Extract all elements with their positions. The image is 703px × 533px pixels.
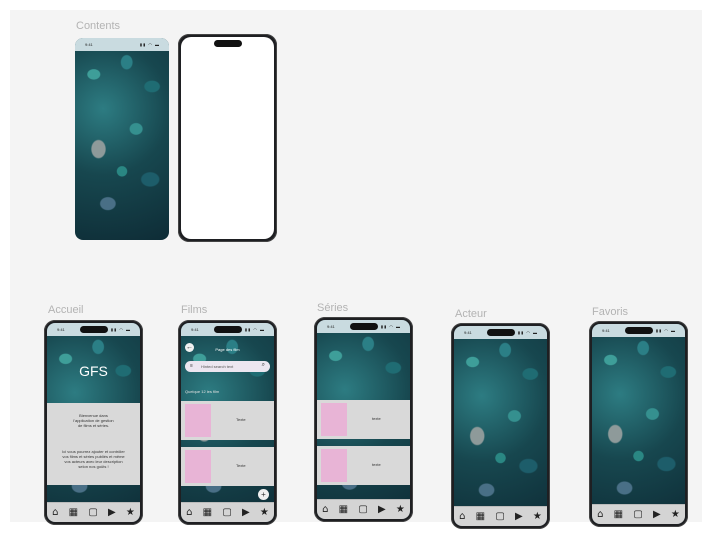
series-card-text: texte — [372, 462, 381, 467]
play-icon[interactable]: ▶ — [653, 509, 661, 520]
document-icon[interactable]: ▢ — [358, 504, 367, 515]
document-icon[interactable]: ▢ — [495, 511, 504, 522]
frame-label-series: Séries — [317, 302, 349, 314]
phone-notch — [349, 323, 378, 330]
accueil-screen: 9:41 ▮▮ ◠ ▬ GFS Bienvenue dans l'applicat… — [47, 323, 140, 522]
series-poster — [321, 449, 347, 482]
welcome-panel: Bienvenue dans l'application de gestion … — [47, 403, 140, 485]
search-input[interactable]: Hinted search text — [201, 364, 233, 369]
film-poster — [185, 450, 211, 483]
films-phone: 9:41 ▮▮ ◠ ▬ ← Page des film ≡ Hinted sear… — [178, 320, 277, 525]
series-phone: 9:41 ▮▮ ◠ ▬ texte texte ⌂ ▦ ▢ ▶ ★ — [314, 317, 413, 522]
phone-notch — [624, 327, 653, 334]
phone-notch — [486, 329, 515, 336]
series-card-text: texte — [372, 416, 381, 421]
series-screen: 9:41 ▮▮ ◠ ▬ texte texte ⌂ ▦ ▢ ▶ ★ — [317, 320, 410, 519]
frame-label-acteur: Acteur — [455, 308, 487, 320]
home-icon[interactable]: ⌂ — [459, 511, 465, 522]
film-icon[interactable]: ▦ — [203, 507, 212, 518]
film-icon[interactable]: ▦ — [339, 504, 348, 515]
film-card[interactable]: Texte — [181, 401, 274, 440]
bottom-nav: ⌂ ▦ ▢ ▶ ★ — [181, 502, 274, 522]
document-icon[interactable]: ▢ — [633, 509, 642, 520]
film-icon[interactable]: ▦ — [69, 507, 78, 518]
star-icon[interactable]: ★ — [533, 511, 542, 522]
home-icon[interactable]: ⌂ — [52, 507, 58, 518]
home-icon[interactable]: ⌂ — [322, 504, 328, 515]
phone-notch — [79, 326, 108, 333]
films-screen: 9:41 ▮▮ ◠ ▬ ← Page des film ≡ Hinted sear… — [181, 323, 274, 522]
star-icon[interactable]: ★ — [126, 507, 135, 518]
play-icon[interactable]: ▶ — [378, 504, 386, 515]
app-title: GFS — [79, 363, 108, 379]
add-icon[interactable]: + — [258, 489, 269, 500]
contents-wallpaper-frame: 9:41 ▮▮ ◠ ▬ — [75, 38, 169, 240]
favoris-phone: 9:41 ▮▮ ◠ ▬ ⌂ ▦ ▢ ▶ ★ — [589, 321, 688, 527]
page-title: Page des film — [215, 347, 240, 352]
menu-icon[interactable]: ≡ — [190, 363, 193, 369]
series-card[interactable]: texte — [317, 446, 410, 485]
play-icon[interactable]: ▶ — [108, 507, 116, 518]
favoris-screen: 9:41 ▮▮ ◠ ▬ ⌂ ▦ ▢ ▶ ★ — [592, 324, 685, 524]
phone-notch — [213, 40, 242, 47]
film-poster — [185, 404, 211, 437]
phone-notch — [213, 326, 242, 333]
acteur-phone: 9:41 ▮▮ ◠ ▬ ⌂ ▦ ▢ ▶ ★ — [451, 323, 550, 529]
search-bar[interactable]: ≡ Hinted search text ⌕ — [185, 361, 270, 372]
frame-label-favoris: Favoris — [592, 306, 629, 318]
play-icon[interactable]: ▶ — [515, 511, 523, 522]
document-icon[interactable]: ▢ — [88, 507, 97, 518]
blank-screen — [181, 37, 274, 239]
bottom-nav: ⌂ ▦ ▢ ▶ ★ — [317, 499, 410, 519]
acteur-screen: 9:41 ▮▮ ◠ ▬ ⌂ ▦ ▢ ▶ ★ — [454, 326, 547, 526]
section-label: Quelque 12 les film — [185, 389, 220, 394]
home-icon[interactable]: ⌂ — [597, 509, 603, 520]
play-icon[interactable]: ▶ — [242, 507, 250, 518]
star-icon[interactable]: ★ — [260, 507, 269, 518]
document-icon[interactable]: ▢ — [222, 507, 231, 518]
frame-label-contents: Contents — [76, 20, 121, 32]
accueil-phone: 9:41 ▮▮ ◠ ▬ GFS Bienvenue dans l'applicat… — [44, 320, 143, 525]
film-icon[interactable]: ▦ — [476, 511, 485, 522]
film-card[interactable]: Texte — [181, 447, 274, 486]
home-icon[interactable]: ⌂ — [186, 507, 192, 518]
bottom-nav: ⌂ ▦ ▢ ▶ ★ — [592, 504, 685, 524]
info-text: Ici vous pourrez ajouter et contrôler vo… — [62, 449, 125, 469]
film-card-text: Texte — [236, 463, 246, 468]
series-poster — [321, 403, 347, 436]
film-card-text: Texte — [236, 417, 246, 422]
frame-label-films: Films — [181, 304, 208, 316]
star-icon[interactable]: ★ — [396, 504, 405, 515]
star-icon[interactable]: ★ — [671, 509, 680, 520]
bottom-nav: ⌂ ▦ ▢ ▶ ★ — [47, 502, 140, 522]
status-bar: 9:41 ▮▮ ◠ ▬ — [75, 38, 169, 51]
bottom-nav: ⌂ ▦ ▢ ▶ ★ — [454, 506, 547, 526]
series-card[interactable]: texte — [317, 400, 410, 439]
film-icon[interactable]: ▦ — [614, 509, 623, 520]
frame-label-accueil: Accueil — [48, 304, 84, 316]
blank-phone-frame — [178, 34, 277, 242]
welcome-text: Bienvenue dans l'application de gestion … — [73, 413, 114, 428]
search-icon[interactable]: ⌕ — [262, 362, 265, 369]
wallpaper-image: 9:41 ▮▮ ◠ ▬ — [75, 38, 169, 240]
